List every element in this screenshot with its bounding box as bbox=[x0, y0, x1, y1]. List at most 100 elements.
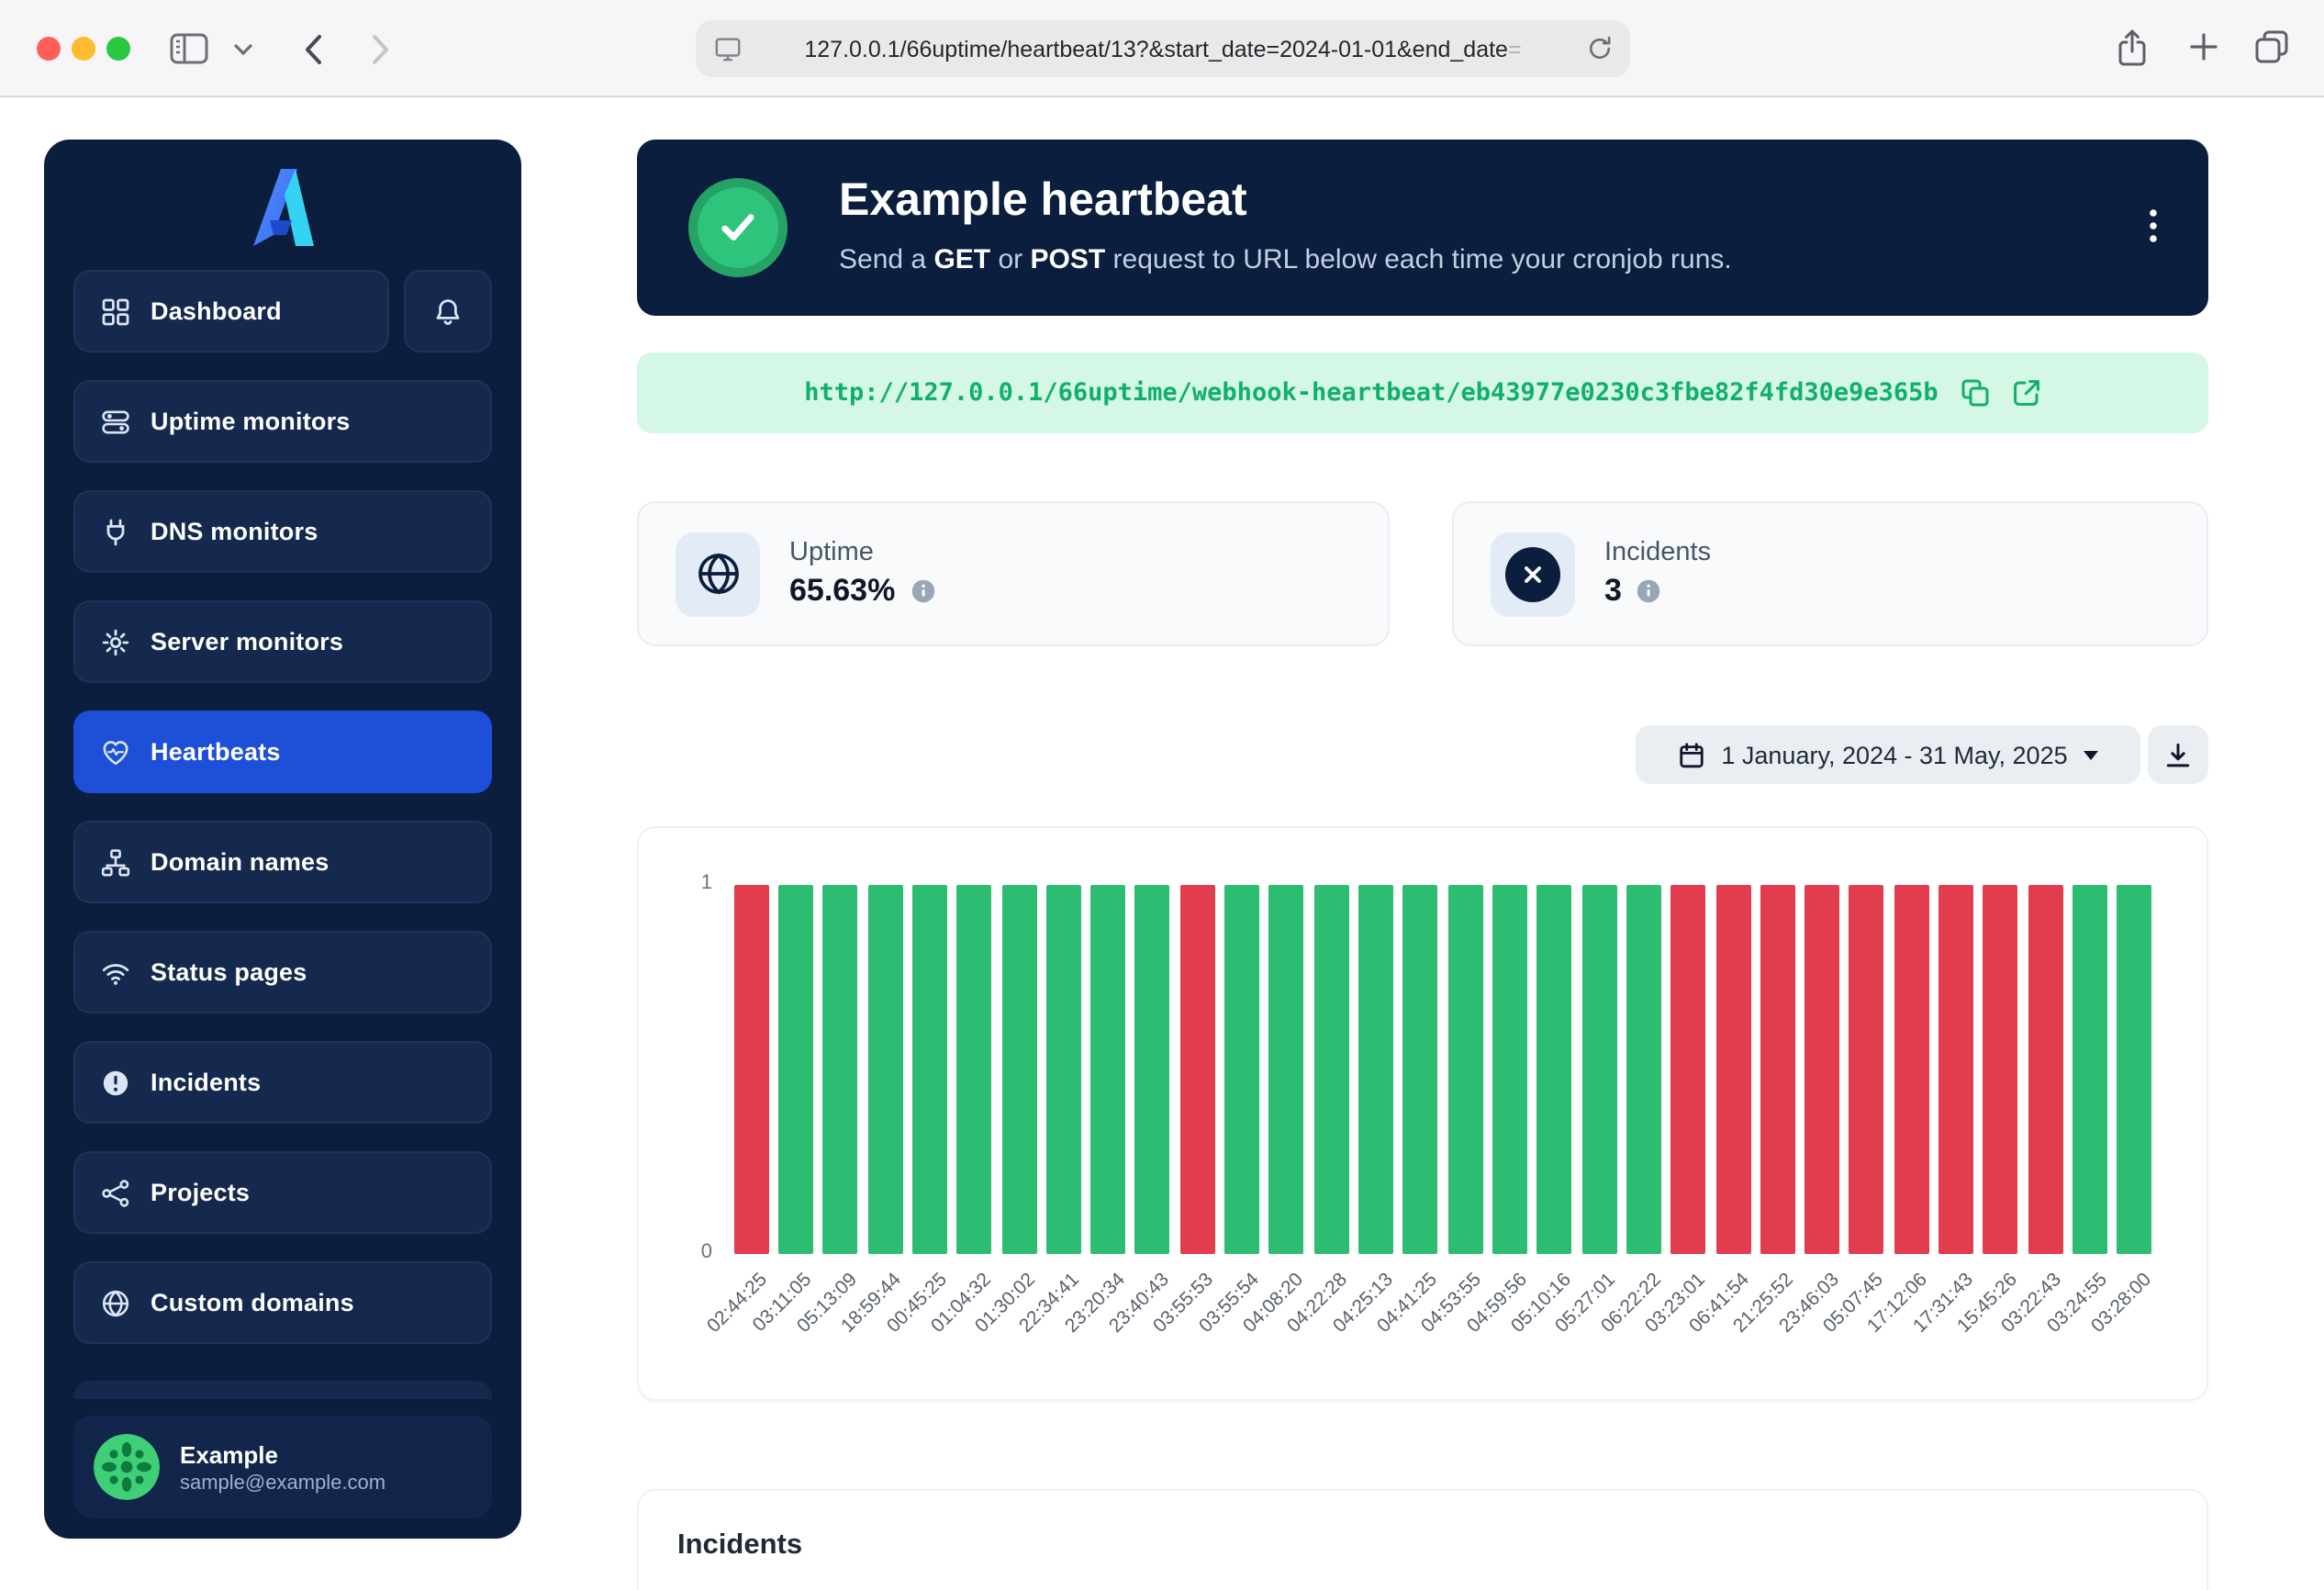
incidents-section: Incidents bbox=[637, 1489, 2208, 1590]
back-icon[interactable] bbox=[294, 29, 330, 68]
sidebar-icon[interactable] bbox=[169, 31, 209, 66]
sidebar-item-status-pages[interactable]: Status pages bbox=[73, 931, 492, 1013]
kebab-menu-icon[interactable] bbox=[2139, 206, 2168, 246]
chart-bar[interactable] bbox=[2028, 885, 2062, 1254]
new-tab-icon[interactable] bbox=[2188, 31, 2219, 62]
website-icon bbox=[714, 35, 742, 62]
heartbeat-hero-card: Example heartbeat Send a GET or POST req… bbox=[637, 140, 2208, 316]
sidebar-item-label: DNS monitors bbox=[151, 518, 318, 545]
chart-bar[interactable] bbox=[1180, 885, 1215, 1254]
globe-icon bbox=[676, 532, 760, 616]
uptime-value: 65.63% bbox=[789, 573, 895, 610]
chart-bar[interactable] bbox=[1894, 885, 1929, 1254]
page-title: Example heartbeat bbox=[839, 174, 1247, 228]
webhook-url: http://127.0.0.1/66uptime/webhook-heartb… bbox=[804, 378, 1938, 408]
reload-icon[interactable] bbox=[1586, 35, 1614, 62]
zoom-window-button[interactable] bbox=[106, 37, 130, 61]
y-axis-max: 1 bbox=[657, 872, 712, 894]
chart-bar[interactable] bbox=[1001, 885, 1036, 1254]
url-text: 127.0.0.1/66uptime/heartbeat/13?&start_d… bbox=[804, 36, 1508, 62]
chart-bar[interactable] bbox=[778, 885, 813, 1254]
download-button[interactable] bbox=[2148, 725, 2208, 784]
y-axis-min: 0 bbox=[657, 1241, 712, 1263]
chart-bar[interactable] bbox=[1983, 885, 2018, 1254]
chart-bar[interactable] bbox=[1537, 885, 1572, 1254]
plug-icon bbox=[101, 517, 130, 546]
chart-bar[interactable] bbox=[1447, 885, 1482, 1254]
address-bar[interactable]: 127.0.0.1/66uptime/heartbeat/13?&start_d… bbox=[696, 20, 1630, 77]
globe-icon bbox=[101, 1288, 130, 1317]
chart-bar[interactable] bbox=[1581, 885, 1616, 1254]
share-icon[interactable] bbox=[2117, 29, 2148, 68]
notifications-button[interactable] bbox=[404, 270, 492, 353]
page-subtitle: Send a GET or POST request to URL below … bbox=[839, 244, 1732, 275]
chart-bar[interactable] bbox=[1046, 885, 1081, 1254]
user-account-panel[interactable]: Example sample@example.com bbox=[73, 1416, 492, 1518]
sidebar-item-custom-domains[interactable]: Custom domains bbox=[73, 1261, 492, 1344]
uptime-stat-card: Uptime 65.63% bbox=[637, 501, 1390, 646]
copy-icon[interactable] bbox=[1961, 378, 1990, 408]
chart-bar[interactable] bbox=[1760, 885, 1795, 1254]
chart-bar[interactable] bbox=[1358, 885, 1393, 1254]
chart-bar[interactable] bbox=[1715, 885, 1750, 1254]
chart-bar[interactable] bbox=[1224, 885, 1259, 1254]
gear-icon bbox=[101, 627, 130, 656]
sidebar-item-dns-monitors[interactable]: DNS monitors bbox=[73, 490, 492, 573]
chart-bar[interactable] bbox=[867, 885, 902, 1254]
chart-bar[interactable] bbox=[1090, 885, 1125, 1254]
date-range-label: 1 January, 2024 - 31 May, 2025 bbox=[1721, 741, 2067, 768]
tabs-icon[interactable] bbox=[2254, 29, 2289, 64]
sidebar-item-dashboard[interactable]: Dashboard bbox=[73, 270, 389, 353]
heartbeat-chart: 1 0 02:44:2503:11:0505:13:0918:59:4400:4… bbox=[637, 826, 2208, 1401]
chart-bar[interactable] bbox=[1269, 885, 1304, 1254]
sidebar-item-projects[interactable]: Projects bbox=[73, 1151, 492, 1234]
sitemap-icon bbox=[101, 847, 130, 877]
sidebar-item-incidents[interactable]: Incidents bbox=[73, 1041, 492, 1124]
chart-bar[interactable] bbox=[1492, 885, 1527, 1254]
sidebar-item-label: Incidents bbox=[151, 1069, 261, 1096]
chevron-down-icon[interactable] bbox=[231, 40, 253, 59]
chart-bar[interactable] bbox=[733, 885, 768, 1254]
chart-bar[interactable] bbox=[1403, 885, 1438, 1254]
bell-icon bbox=[433, 297, 463, 326]
sidebar-nav: Dashboard Uptime monitors DNS monitors Serv… bbox=[73, 270, 492, 1372]
user-name: Example bbox=[180, 1440, 385, 1468]
date-range-picker[interactable]: 1 January, 2024 - 31 May, 2025 bbox=[1636, 725, 2140, 784]
info-icon[interactable] bbox=[1637, 578, 1662, 604]
chart-bar[interactable] bbox=[823, 885, 858, 1254]
download-icon bbox=[2164, 741, 2192, 768]
chart-bar[interactable] bbox=[1804, 885, 1839, 1254]
alert-icon bbox=[101, 1068, 130, 1097]
chart-bar[interactable] bbox=[1626, 885, 1661, 1254]
chart-bar[interactable] bbox=[1135, 885, 1170, 1254]
sidebar-item-label: Status pages bbox=[151, 958, 307, 986]
info-icon[interactable] bbox=[910, 578, 935, 604]
sidebar-item-heartbeats[interactable]: Heartbeats bbox=[73, 711, 492, 793]
heartbeat-icon bbox=[101, 737, 130, 767]
sidebar-item-label: Domain names bbox=[151, 848, 329, 876]
chart-bar[interactable] bbox=[1939, 885, 1973, 1254]
sidebar-item-label: Uptime monitors bbox=[151, 408, 351, 435]
webhook-url-banner: http://127.0.0.1/66uptime/webhook-heartb… bbox=[637, 353, 2208, 433]
sidebar-item-server-monitors[interactable]: Server monitors bbox=[73, 600, 492, 683]
chart-bar[interactable] bbox=[912, 885, 947, 1254]
close-window-button[interactable] bbox=[37, 37, 61, 61]
chart-bar[interactable] bbox=[956, 885, 991, 1254]
sidebar-item-label: Projects bbox=[151, 1179, 250, 1206]
sidebar-item-label: Dashboard bbox=[151, 297, 282, 325]
sidebar-item-partial[interactable] bbox=[73, 1381, 492, 1399]
chart-bar[interactable] bbox=[1849, 885, 1884, 1254]
app-logo[interactable] bbox=[44, 162, 521, 250]
chart-bar[interactable] bbox=[2073, 885, 2107, 1254]
uptime-label: Uptime bbox=[789, 538, 935, 567]
chart-bar[interactable] bbox=[2117, 885, 2152, 1254]
external-link-icon[interactable] bbox=[2012, 378, 2041, 408]
sidebar-item-domain-names[interactable]: Domain names bbox=[73, 821, 492, 903]
avatar bbox=[94, 1434, 160, 1500]
minimize-window-button[interactable] bbox=[72, 37, 95, 61]
incidents-label: Incidents bbox=[1604, 538, 1711, 567]
chart-bar[interactable] bbox=[1313, 885, 1348, 1254]
chart-bar[interactable] bbox=[1670, 885, 1705, 1254]
forward-icon[interactable] bbox=[362, 29, 398, 68]
sidebar-item-uptime-monitors[interactable]: Uptime monitors bbox=[73, 380, 492, 463]
